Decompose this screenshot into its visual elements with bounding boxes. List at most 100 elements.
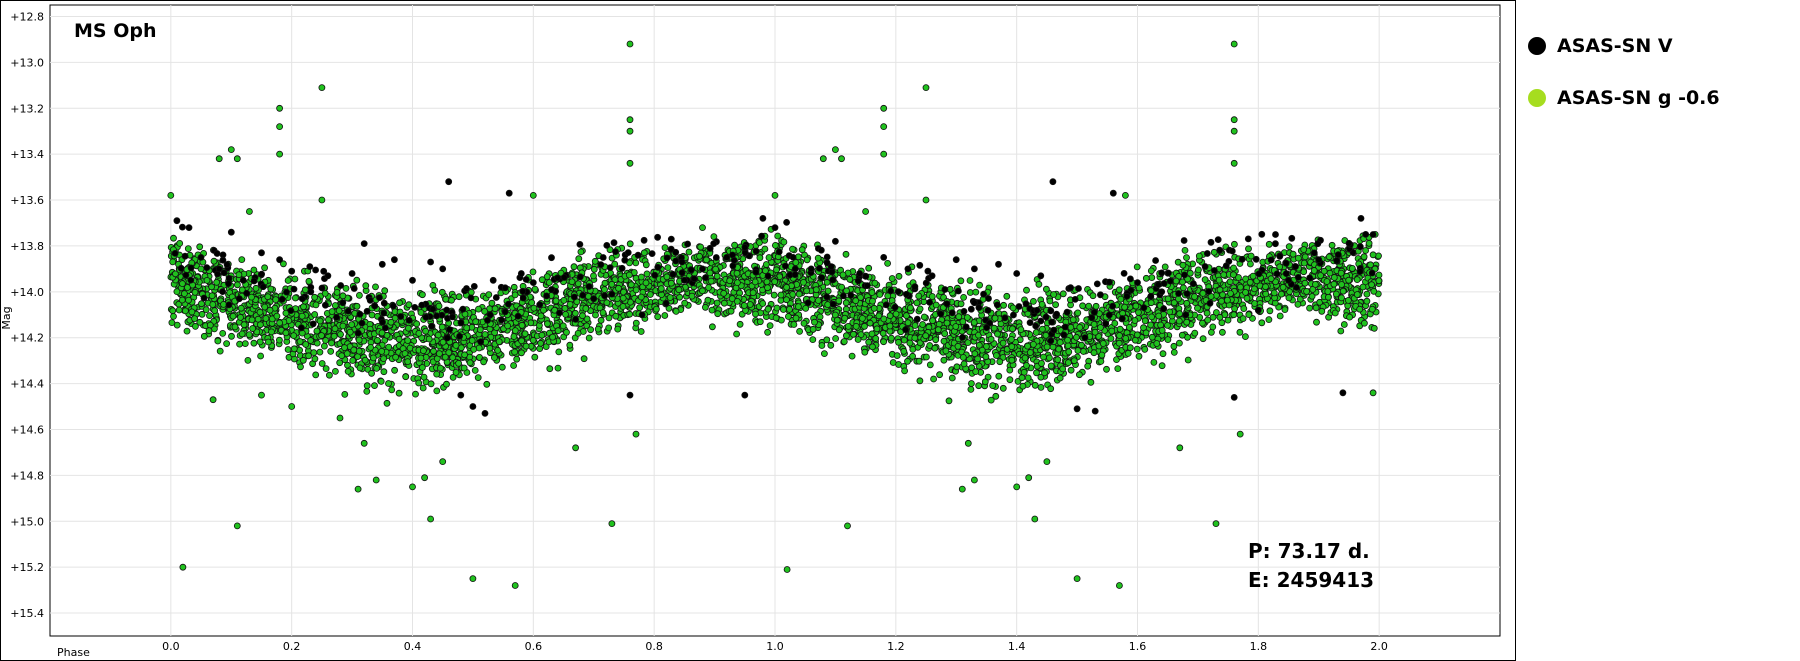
legend: ASAS-SN V ASAS-SN g -0.6: [1528, 20, 1720, 124]
data-point-g: [469, 575, 477, 582]
data-point-v: [1334, 251, 1342, 259]
data-point-g: [761, 245, 769, 253]
data-point-g: [1050, 291, 1057, 298]
data-point-g: [1073, 575, 1081, 582]
data-point-g: [1368, 281, 1375, 289]
data-point-g: [909, 345, 917, 353]
data-point-g: [183, 284, 191, 291]
data-point-v: [904, 265, 912, 273]
data-point-g: [975, 382, 983, 390]
data-point-g: [642, 261, 650, 269]
data-point-v: [348, 270, 356, 277]
data-point-g: [987, 335, 995, 343]
data-point-v: [1026, 319, 1034, 327]
data-point-g: [699, 224, 706, 232]
data-point-g: [661, 244, 669, 252]
data-point-g: [494, 346, 502, 354]
data-point-g: [196, 243, 204, 251]
data-point-g: [1170, 342, 1178, 350]
data-point-g: [1195, 266, 1202, 274]
data-point-g: [1089, 292, 1097, 300]
data-point-v: [952, 256, 960, 264]
data-point-v: [672, 257, 680, 265]
data-point-g: [929, 317, 936, 325]
data-point-g: [1052, 301, 1059, 309]
data-point-g: [392, 353, 400, 361]
data-point-g: [707, 277, 715, 285]
data-point-g: [245, 208, 253, 215]
data-point-g: [421, 474, 429, 482]
data-point-g: [800, 278, 807, 286]
data-point-g: [373, 364, 381, 372]
data-point-g: [932, 301, 940, 309]
data-point-g: [1186, 269, 1194, 277]
data-point-g: [305, 352, 313, 360]
data-point-v: [597, 261, 605, 269]
data-point-v: [922, 279, 930, 287]
data-point-g: [835, 297, 843, 305]
data-point-v: [1201, 263, 1209, 270]
data-point-g: [1131, 317, 1139, 324]
data-point-v: [422, 313, 430, 321]
data-point-g: [824, 301, 832, 309]
data-point-g: [1070, 357, 1078, 365]
data-point-v: [681, 276, 688, 284]
data-point-g: [786, 305, 793, 313]
x-tick-label: 0.8: [645, 640, 663, 653]
data-point-g: [1097, 324, 1104, 331]
data-point-g: [626, 240, 634, 248]
data-point-g: [418, 364, 426, 371]
data-point-v: [411, 303, 419, 311]
data-point-g: [661, 312, 669, 319]
data-point-g: [176, 239, 184, 247]
data-point-v: [1207, 238, 1215, 246]
data-point-v: [730, 256, 738, 264]
data-point-g: [1039, 325, 1046, 333]
data-point-g: [880, 338, 887, 346]
data-point-g: [1245, 311, 1253, 319]
data-point-v: [599, 254, 607, 261]
data-point-g: [653, 305, 660, 313]
data-point-g: [916, 377, 924, 385]
data-point-g: [666, 294, 674, 301]
data-point-g: [667, 279, 675, 287]
data-point-v: [445, 178, 453, 186]
data-point-v: [250, 277, 258, 285]
data-point-g: [733, 269, 741, 277]
x-tick-label: 0.6: [525, 640, 543, 653]
data-point-g: [341, 344, 348, 352]
data-point-v: [618, 264, 626, 272]
data-point-g: [1116, 582, 1123, 589]
data-point-g: [415, 329, 423, 337]
data-point-g: [764, 284, 771, 292]
data-point-g: [909, 352, 916, 360]
data-point-g: [417, 309, 425, 316]
data-point-v: [529, 279, 537, 287]
data-point-v: [1182, 311, 1190, 319]
data-point-v: [1071, 295, 1079, 303]
data-point-v: [967, 305, 975, 313]
data-point-v: [467, 294, 475, 302]
data-point-v: [225, 280, 232, 288]
data-point-g: [338, 352, 346, 360]
data-point-g: [1164, 295, 1172, 303]
data-point-g: [223, 340, 231, 348]
data-point-g: [480, 358, 488, 366]
legend-marker-g: [1528, 89, 1546, 107]
data-point-v: [1042, 313, 1050, 321]
data-point-v: [1357, 214, 1365, 222]
data-point-g: [632, 286, 640, 294]
data-point-g: [1074, 309, 1082, 317]
data-point-v: [1097, 291, 1104, 299]
data-point-g: [714, 310, 722, 318]
data-point-g: [311, 355, 319, 363]
data-point-g: [256, 321, 264, 329]
data-point-g: [780, 238, 788, 246]
data-point-g: [311, 293, 319, 301]
data-point-g: [321, 289, 329, 297]
data-point-v: [980, 290, 987, 298]
data-point-g: [1218, 297, 1225, 305]
data-point-v: [610, 239, 618, 247]
data-point-v: [225, 301, 233, 309]
data-point-v: [1061, 323, 1069, 331]
